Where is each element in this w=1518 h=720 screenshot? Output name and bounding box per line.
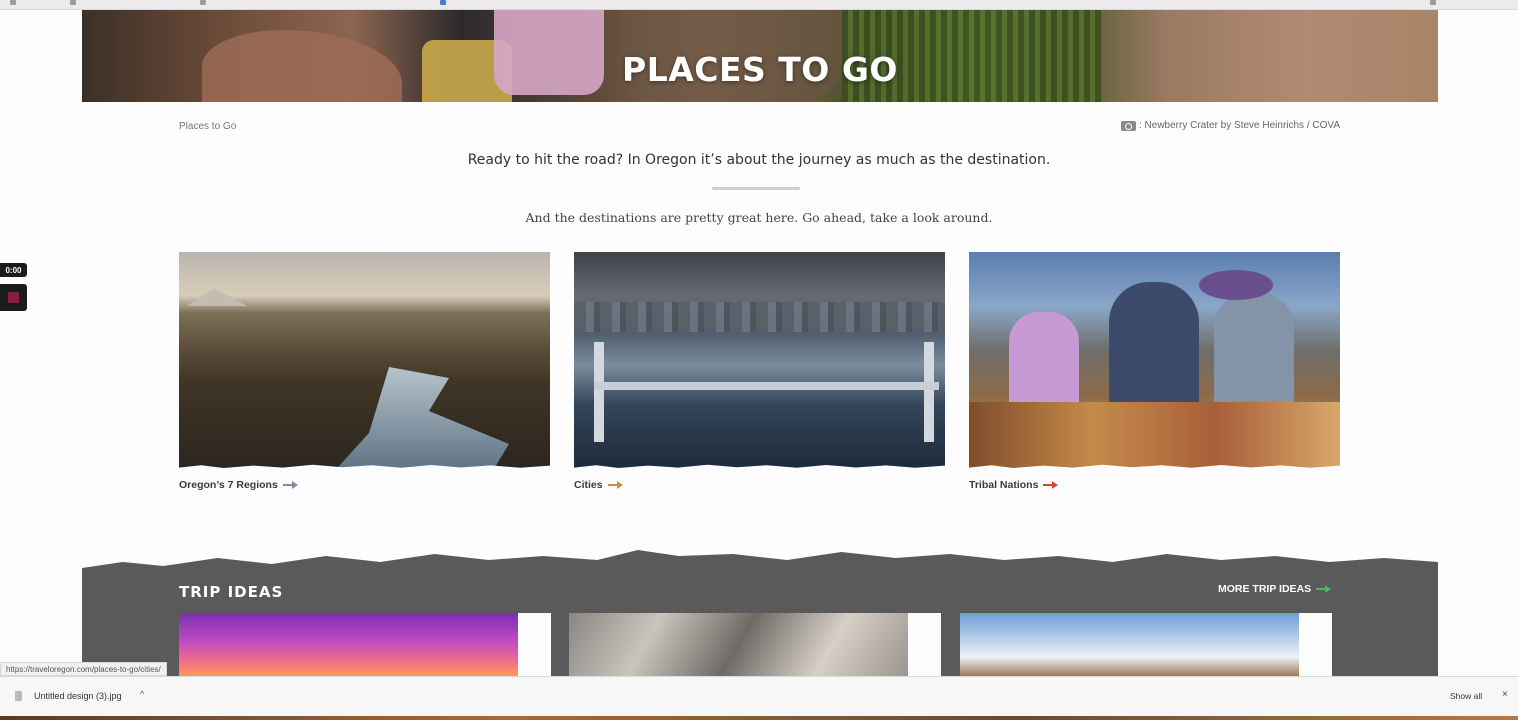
stop-icon (8, 292, 19, 303)
trip-ideas-title: TRIP IDEAS (179, 583, 284, 601)
arrow-right-icon (1043, 481, 1059, 489)
card-label[interactable]: Oregon’s 7 Regions (179, 479, 278, 491)
card-label[interactable]: Cities (574, 479, 603, 491)
card-tribal[interactable]: Tribal Nations (969, 252, 1340, 491)
card-image-canyon[interactable] (179, 252, 550, 470)
tab-icon[interactable] (200, 0, 206, 5)
trip-card-sky[interactable] (960, 613, 1299, 676)
card-image-city-bridge[interactable] (574, 252, 945, 470)
card-label[interactable]: Tribal Nations (969, 479, 1038, 491)
arrow-right-icon (282, 481, 298, 489)
tab-icon[interactable] (440, 0, 446, 5)
arrow-right-icon (607, 481, 623, 489)
intro-lead: Ready to hit the road? In Oregon it’s ab… (467, 152, 1051, 168)
hat-shape (1199, 270, 1273, 300)
person-shape (1109, 282, 1199, 422)
photo-credit-text: : Newberry Crater by Steve Heinrichs / C… (1139, 120, 1340, 131)
chevron-up-icon[interactable]: ^ (140, 689, 144, 699)
recorder-stop-button[interactable] (0, 284, 27, 311)
photo-credit: : Newberry Crater by Steve Heinrichs / C… (1121, 120, 1340, 131)
breadcrumb[interactable]: Places to Go (179, 121, 236, 132)
tab-icon[interactable] (70, 0, 76, 5)
tab-icon[interactable] (10, 0, 16, 5)
hero-banner: PLACES TO GO (82, 10, 1438, 102)
tab-icon[interactable] (1430, 0, 1436, 5)
page-title: PLACES TO GO (622, 50, 898, 89)
skyline-shape (574, 302, 945, 332)
arrow-right-icon (1316, 585, 1332, 593)
camera-icon (1121, 120, 1136, 131)
show-all-button[interactable]: Show all (1450, 691, 1482, 701)
status-bar-url: https://traveloregon.com/places-to-go/ci… (0, 662, 167, 676)
desktop-edge (0, 716, 1518, 720)
bridge-pylon (924, 342, 934, 442)
download-file-name[interactable]: Untitled design (3).jpg (34, 691, 122, 701)
card-image-people-food[interactable] (969, 252, 1340, 470)
download-shelf: Untitled design (3).jpg ^ Show all × (0, 676, 1518, 716)
mountain-shape (187, 288, 247, 306)
card-link-cities[interactable]: Cities (574, 479, 945, 491)
bridge-pylon (594, 342, 604, 442)
trip-card-rocks[interactable] (569, 613, 908, 676)
close-icon[interactable]: × (1502, 689, 1508, 700)
browser-top-strip (0, 0, 1518, 10)
card-link-regions[interactable]: Oregon’s 7 Regions (179, 479, 550, 491)
trip-card-frame (908, 613, 941, 676)
bridge-deck (594, 382, 939, 390)
more-trip-ideas-link[interactable]: MORE TRIP IDEAS (1218, 583, 1332, 595)
trip-card-frame (518, 613, 551, 676)
recorder-timer: 0:00 (0, 263, 27, 277)
card-regions[interactable]: Oregon’s 7 Regions (179, 252, 550, 491)
divider (712, 187, 800, 190)
torn-edge (574, 464, 945, 470)
trip-card-frame (1299, 613, 1332, 676)
trip-card-sunset[interactable] (179, 613, 518, 676)
more-trip-ideas-label[interactable]: MORE TRIP IDEAS (1218, 583, 1311, 595)
card-link-tribal[interactable]: Tribal Nations (969, 479, 1340, 491)
food-table-shape (969, 402, 1340, 470)
river-shape (329, 367, 509, 470)
card-cities[interactable]: Cities (574, 252, 945, 491)
file-icon (15, 691, 22, 701)
intro-sub: And the destinations are pretty great he… (525, 210, 993, 225)
